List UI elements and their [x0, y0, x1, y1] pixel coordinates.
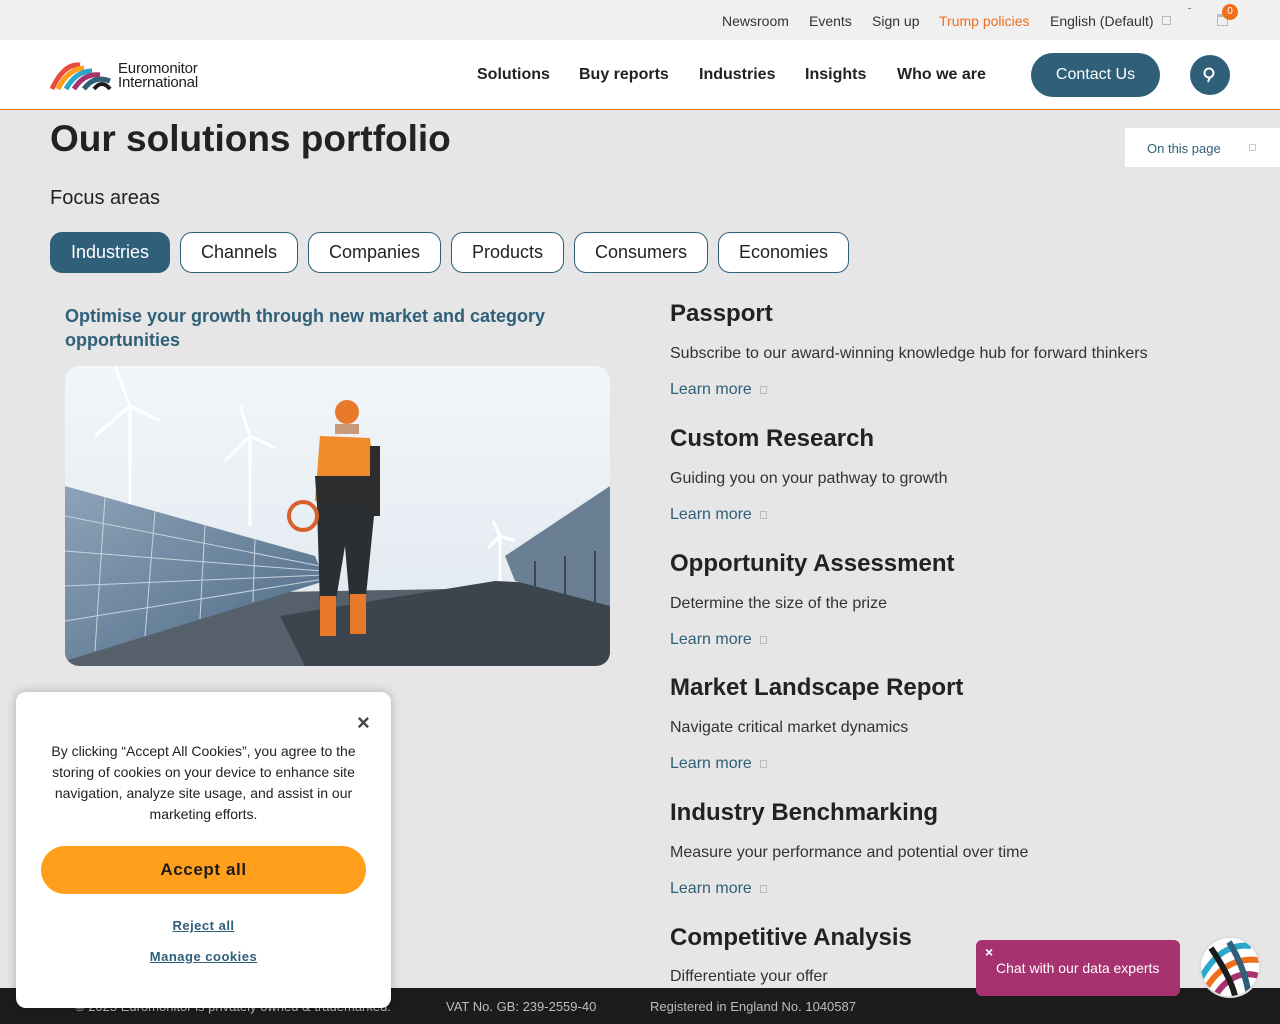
utility-bar: Newsroom Events Sign up Trump policies E…	[0, 0, 1280, 40]
solution-description: Guiding you on your pathway to growth	[670, 470, 948, 487]
solution-title: Competitive Analysis	[670, 924, 912, 951]
accept-all-button[interactable]: Accept all	[41, 846, 366, 894]
footer-registered: Registered in England No. 1040587	[650, 999, 856, 1014]
nav-buy-reports[interactable]: Buy reports	[579, 66, 669, 84]
arrow-icon	[759, 511, 767, 519]
arrow-icon	[759, 885, 767, 893]
euromonitor-logo[interactable]: Euromonitor International	[50, 61, 210, 93]
learn-more-link[interactable]: Learn more	[670, 631, 767, 649]
on-this-page-toggle[interactable]: On this page	[1125, 128, 1280, 167]
learn-more-link[interactable]: Learn more	[670, 506, 767, 524]
cart-count-badge: 0	[1222, 4, 1238, 20]
events-link[interactable]: Events	[809, 13, 852, 29]
search-icon	[1203, 67, 1215, 83]
focus-areas-label: Focus areas	[50, 187, 161, 209]
solar-engineer-image	[65, 366, 610, 666]
divider	[1188, 8, 1191, 9]
tab-economies[interactable]: Economies	[718, 232, 849, 273]
nav-solutions[interactable]: Solutions	[477, 66, 550, 84]
tab-industries[interactable]: Industries	[50, 232, 170, 273]
arrow-icon	[759, 386, 767, 394]
close-icon[interactable]: ×	[357, 710, 370, 736]
solution-title: Market Landscape Report	[670, 674, 964, 701]
signup-link[interactable]: Sign up	[872, 13, 919, 29]
tab-products[interactable]: Products	[451, 232, 564, 273]
solution-title: Custom Research	[670, 425, 875, 452]
footer-vat: VAT No. GB: 239-2559-40	[446, 999, 597, 1014]
manage-cookies-link[interactable]: Manage cookies	[16, 949, 391, 964]
tab-companies[interactable]: Companies	[308, 232, 441, 273]
solution-title: Opportunity Assessment	[670, 550, 955, 577]
solution-description: Subscribe to our award-winning knowledge…	[670, 345, 1148, 362]
language-selector[interactable]: English (Default)	[1050, 13, 1154, 29]
chevron-down-icon[interactable]	[1162, 16, 1171, 25]
solution-description: Determine the size of the prize	[670, 595, 887, 612]
contact-us-button[interactable]: Contact Us	[1031, 53, 1160, 97]
page-title: Our solutions portfolio	[50, 118, 451, 159]
close-icon[interactable]: ×	[985, 944, 993, 960]
learn-more-link[interactable]: Learn more	[670, 381, 767, 399]
solution-description: Differentiate your offer	[670, 968, 828, 985]
industries-tagline: Optimise your growth through new market …	[65, 306, 546, 350]
chat-prompt-text: Chat with our data experts	[996, 960, 1160, 976]
nav-who-we-are[interactable]: Who we are	[897, 66, 986, 84]
nav-insights[interactable]: Insights	[805, 66, 866, 84]
solution-title: Industry Benchmarking	[670, 799, 939, 826]
arrow-icon	[759, 760, 767, 768]
chevron-down-icon	[1249, 144, 1256, 151]
main-header: Euromonitor International Solutions Buy …	[0, 40, 1280, 110]
chat-logo-icon	[1201, 940, 1259, 996]
chat-prompt[interactable]: × Chat with our data experts	[976, 940, 1180, 996]
chat-launcher-button[interactable]	[1199, 936, 1261, 998]
solution-title: Passport	[670, 300, 773, 327]
logo-arc-icon	[50, 62, 112, 91]
tab-consumers[interactable]: Consumers	[574, 232, 708, 273]
solution-description: Navigate critical market dynamics	[670, 719, 909, 736]
newsroom-link[interactable]: Newsroom	[722, 13, 789, 29]
cookie-consent-dialog: × By clicking “Accept All Cookies”, you …	[16, 692, 391, 1008]
reject-all-link[interactable]: Reject all	[16, 918, 391, 933]
search-button[interactable]	[1190, 55, 1230, 95]
nav-industries[interactable]: Industries	[699, 66, 775, 84]
logo-text-line2: International	[118, 74, 198, 91]
learn-more-link[interactable]: Learn more	[670, 880, 767, 898]
cookie-consent-text: By clicking “Accept All Cookies”, you ag…	[51, 743, 356, 822]
arrow-icon	[759, 636, 767, 644]
learn-more-link[interactable]: Learn more	[670, 755, 767, 773]
trump-policies-link[interactable]: Trump policies	[939, 13, 1030, 29]
tab-channels[interactable]: Channels	[180, 232, 298, 273]
on-this-page-label: On this page	[1147, 141, 1221, 156]
solution-description: Measure your performance and potential o…	[670, 844, 1029, 861]
